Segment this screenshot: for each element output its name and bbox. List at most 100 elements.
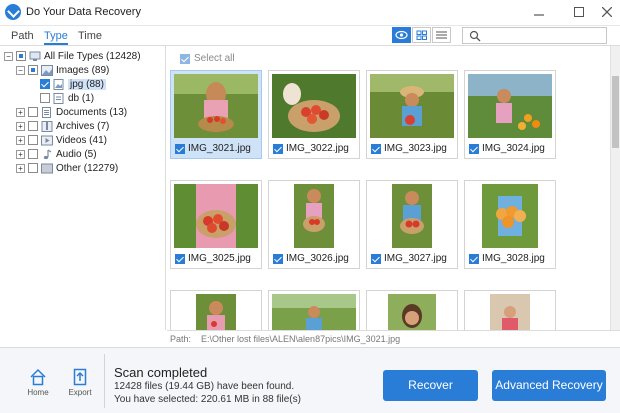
checkbox[interactable] xyxy=(28,65,38,75)
tree-item-db[interactable]: db (1) xyxy=(40,91,94,105)
search-field[interactable] xyxy=(483,29,603,42)
checkbox[interactable] xyxy=(371,253,381,264)
grid-icon xyxy=(416,30,427,40)
vertical-scrollbar[interactable] xyxy=(610,46,620,330)
tab-type[interactable]: Type xyxy=(44,30,68,45)
eye-icon xyxy=(395,30,408,40)
checkbox[interactable] xyxy=(273,143,283,154)
photo-thumbnail xyxy=(468,74,552,138)
path-value: E:\Other lost files\ALEN\alen87pics\IMG_… xyxy=(201,334,401,344)
selection-summary-text: You have selected: 220.61 MB in 88 file(… xyxy=(114,394,301,405)
thumbnail-item[interactable]: IMG_3026.jpg xyxy=(268,180,360,269)
checkbox[interactable] xyxy=(28,121,38,131)
export-icon xyxy=(73,368,87,386)
expand-toggle[interactable]: + xyxy=(16,163,25,173)
thumbnail-item[interactable]: IMG_3025.jpg xyxy=(170,180,262,269)
expand-toggle[interactable]: + xyxy=(16,121,25,131)
checkbox[interactable] xyxy=(371,143,381,154)
thumbnail-item[interactable] xyxy=(170,290,262,330)
other-files-icon xyxy=(41,163,53,173)
checkbox[interactable] xyxy=(40,79,50,89)
thumbnail-item[interactable] xyxy=(464,290,556,330)
title-bar: Do Your Data Recovery xyxy=(0,0,620,26)
photo-thumbnail xyxy=(468,184,552,248)
checkbox[interactable] xyxy=(273,253,283,264)
tree-item-audio[interactable]: + Audio (5) xyxy=(16,147,97,161)
expand-toggle[interactable]: + xyxy=(16,107,25,117)
select-all-checkbox[interactable]: Select all xyxy=(180,53,235,64)
photo-thumbnail xyxy=(370,294,454,330)
minimize-button[interactable] xyxy=(528,3,550,21)
expand-toggle[interactable]: + xyxy=(16,149,25,159)
computer-icon xyxy=(29,51,41,61)
toolbar: Path Type Time xyxy=(0,26,620,46)
checkbox[interactable] xyxy=(28,163,38,173)
photo-thumbnail xyxy=(174,184,258,248)
photo-thumbnail xyxy=(174,74,258,138)
tab-time[interactable]: Time xyxy=(78,30,102,42)
checkbox[interactable] xyxy=(40,93,50,103)
checkbox[interactable] xyxy=(469,253,479,264)
app-logo-icon xyxy=(5,4,21,20)
footer-divider xyxy=(104,354,105,408)
photo-thumbnail xyxy=(468,294,552,330)
files-found-text: 12428 files (19.44 GB) have been found. xyxy=(114,381,295,392)
collapse-toggle[interactable]: − xyxy=(4,51,13,61)
thumbnail-view-button[interactable] xyxy=(412,27,431,43)
status-footer: Home Export Scan completed 12428 files (… xyxy=(0,347,620,413)
thumbnail-item[interactable]: IMG_3024.jpg xyxy=(464,70,556,159)
tree-item-all-file-types[interactable]: − All File Types (12428) xyxy=(4,49,141,63)
expand-toggle[interactable]: + xyxy=(16,135,25,145)
scan-status-title: Scan completed xyxy=(114,365,208,380)
checkbox[interactable] xyxy=(469,143,479,154)
photo-thumbnail xyxy=(370,74,454,138)
search-input[interactable] xyxy=(462,27,607,44)
tree-item-images[interactable]: − Images (89) xyxy=(16,63,109,77)
tree-item-other[interactable]: + Other (12279) xyxy=(16,161,118,175)
image-icon xyxy=(41,64,53,76)
list-view-button[interactable] xyxy=(432,27,451,43)
checkbox[interactable] xyxy=(28,135,38,145)
photo-thumbnail xyxy=(272,184,356,248)
music-note-icon xyxy=(43,149,52,159)
checkbox[interactable] xyxy=(175,143,185,154)
home-icon xyxy=(30,368,46,386)
checkbox[interactable] xyxy=(28,107,38,117)
checkbox[interactable] xyxy=(16,51,26,61)
list-icon xyxy=(436,31,447,39)
db-file-icon xyxy=(53,92,64,104)
tree-item-jpg[interactable]: jpg (88) xyxy=(40,77,106,91)
checkbox[interactable] xyxy=(28,149,38,159)
home-button[interactable]: Home xyxy=(20,368,56,397)
photo-thumbnail xyxy=(272,74,356,138)
photo-thumbnail xyxy=(174,294,258,330)
path-bar: Path: E:\Other lost files\ALEN\alen87pics… xyxy=(167,330,620,347)
tab-path[interactable]: Path xyxy=(11,30,34,42)
recover-button[interactable]: Recover xyxy=(383,370,478,401)
close-button[interactable] xyxy=(596,3,618,21)
scrollbar-thumb[interactable] xyxy=(612,76,619,148)
archive-icon xyxy=(41,120,53,132)
thumbnail-item[interactable]: IMG_3023.jpg xyxy=(366,70,458,159)
thumbnail-item[interactable] xyxy=(366,290,458,330)
export-button[interactable]: Export xyxy=(62,368,98,397)
tree-item-videos[interactable]: + Videos (41) xyxy=(16,133,107,147)
video-icon xyxy=(41,135,53,145)
window-title: Do Your Data Recovery xyxy=(26,6,141,18)
photo-thumbnail xyxy=(370,184,454,248)
tree-item-archives[interactable]: + Archives (7) xyxy=(16,119,109,133)
thumbnail-item[interactable] xyxy=(268,290,360,330)
checkbox[interactable] xyxy=(175,253,185,264)
thumbnail-item[interactable]: IMG_3022.jpg xyxy=(268,70,360,159)
maximize-button[interactable] xyxy=(568,3,590,21)
thumbnail-item[interactable]: IMG_3028.jpg xyxy=(464,180,556,269)
collapse-toggle[interactable]: − xyxy=(16,65,25,75)
preview-view-button[interactable] xyxy=(392,27,411,43)
thumbnail-grid: Select all IMG_3021.jpg IMG_3022.jpg IMG… xyxy=(167,46,610,330)
thumbnail-item[interactable]: IMG_3021.jpg xyxy=(170,70,262,159)
thumbnail-item[interactable]: IMG_3027.jpg xyxy=(366,180,458,269)
advanced-recovery-button[interactable]: Advanced Recovery xyxy=(492,370,606,401)
tree-item-documents[interactable]: + Documents (13) xyxy=(16,105,127,119)
checkbox[interactable] xyxy=(180,53,190,64)
file-type-tree: − All File Types (12428) − Images (89) j… xyxy=(0,46,166,330)
